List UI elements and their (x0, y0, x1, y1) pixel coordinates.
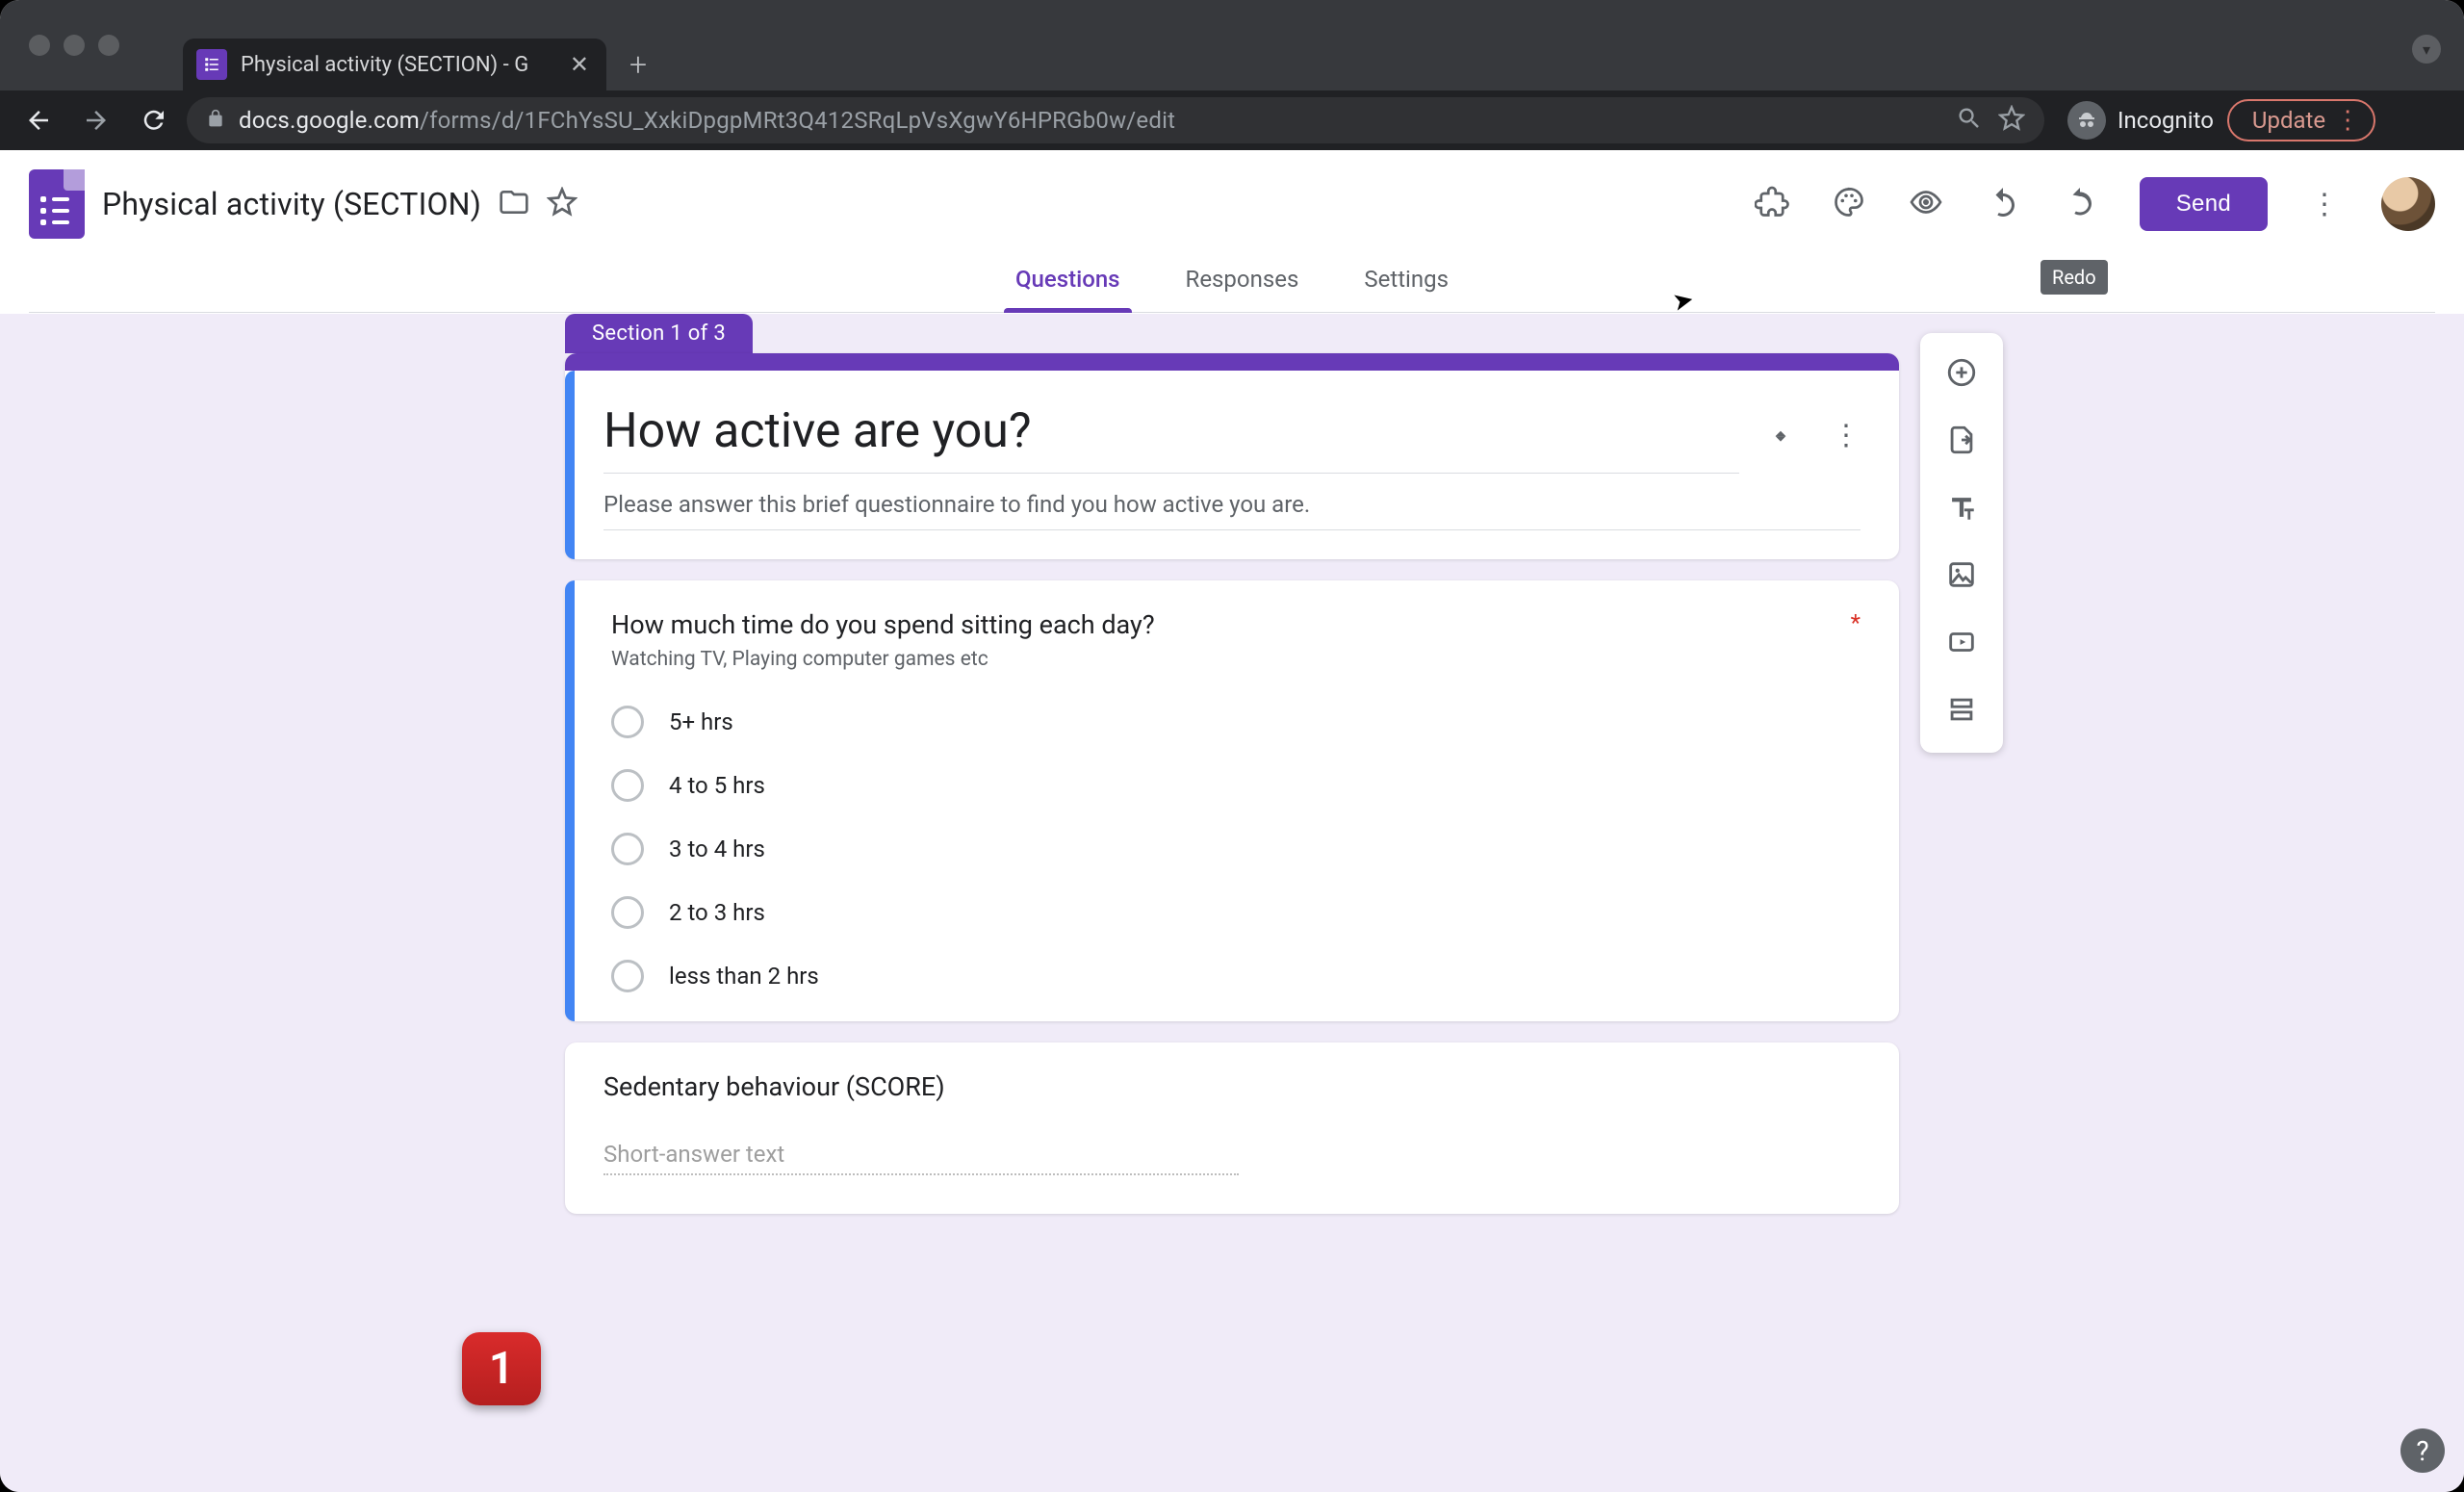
star-icon[interactable] (547, 187, 578, 221)
radio-icon (611, 706, 644, 738)
address-host: docs.google.com (239, 107, 420, 134)
bookmark-star-icon[interactable] (1998, 105, 2025, 136)
redo-icon[interactable] (2063, 185, 2097, 223)
incognito-icon (2067, 101, 2106, 140)
forms-logo-icon[interactable] (29, 169, 85, 239)
section-title-input[interactable] (603, 398, 1739, 474)
browser-tab-strip: Physical activity (SECTION) - G ✕ + (0, 0, 2464, 90)
tabs-row: Physical activity (SECTION) - G ✕ + (183, 0, 670, 90)
add-question-icon[interactable] (1945, 356, 1978, 393)
form-canvas: Section 1 of 3 ⋮ Please answer this brie… (565, 314, 1899, 1214)
chrome-menu-icon[interactable]: ⋮ (2335, 106, 2360, 135)
tab-questions[interactable]: Questions (1004, 250, 1132, 312)
tabstrip-menu-icon[interactable] (2412, 35, 2441, 64)
address-text: docs.google.com/forms/d/1FChYsSU_XxkiDpg… (239, 107, 1175, 134)
incognito-label: Incognito (2118, 107, 2214, 134)
option-label: 2 to 3 hrs (669, 899, 765, 926)
radio-icon (611, 769, 644, 802)
option-label: 5+ hrs (669, 708, 733, 735)
undo-icon[interactable] (1986, 185, 2020, 223)
move-to-folder-icon[interactable] (499, 187, 529, 221)
update-label: Update (2252, 107, 2325, 134)
option-row[interactable]: 5+ hrs (611, 706, 1861, 738)
option-row[interactable]: less than 2 hrs (611, 960, 1861, 992)
browser-tab[interactable]: Physical activity (SECTION) - G ✕ (183, 39, 606, 90)
window-min-dot[interactable] (64, 35, 85, 56)
option-label: 3 to 4 hrs (669, 836, 765, 862)
collapse-section-icon[interactable] (1768, 422, 1793, 450)
window-close-dot[interactable] (29, 35, 50, 56)
window-traffic-lights (0, 35, 119, 56)
option-label: 4 to 5 hrs (669, 772, 765, 799)
section-header-card[interactable]: ⋮ Please answer this brief questionnaire… (565, 353, 1899, 559)
avatar[interactable] (2381, 177, 2435, 231)
help-button[interactable]: ? (2400, 1428, 2445, 1473)
option-label: less than 2 hrs (669, 963, 819, 990)
nav-reload-button[interactable] (129, 95, 179, 145)
add-video-icon[interactable] (1945, 626, 1978, 662)
radio-icon (611, 833, 644, 865)
window-max-dot[interactable] (98, 35, 119, 56)
preview-icon[interactable] (1909, 185, 1943, 223)
address-bar[interactable]: docs.google.com/forms/d/1FChYsSU_XxkiDpg… (187, 97, 2044, 143)
workspace: Section 1 of 3 ⋮ Please answer this brie… (0, 314, 2464, 1492)
required-star-icon: * (1851, 609, 1861, 636)
doc-title[interactable]: Physical activity (SECTION) (102, 186, 481, 222)
send-button[interactable]: Send (2140, 177, 2268, 231)
question-title[interactable]: Sedentary behaviour (SCORE) (603, 1071, 1861, 1102)
option-row[interactable]: 3 to 4 hrs (611, 833, 1861, 865)
browser-toolbar: docs.google.com/forms/d/1FChYsSU_XxkiDpg… (0, 90, 2464, 150)
browser-tab-title: Physical activity (SECTION) - G (241, 53, 552, 77)
option-row[interactable]: 4 to 5 hrs (611, 769, 1861, 802)
forms-favicon (196, 49, 227, 80)
import-questions-icon[interactable] (1945, 424, 1978, 460)
question-card-1[interactable]: How much time do you spend sitting each … (565, 580, 1899, 1021)
section-menu-icon[interactable]: ⋮ (1832, 419, 1861, 452)
question-card-2[interactable]: Sedentary behaviour (SCORE) Short-answer… (565, 1042, 1899, 1214)
add-section-icon[interactable] (1945, 693, 1978, 730)
question-title[interactable]: How much time do you spend sitting each … (611, 609, 1832, 640)
update-button[interactable]: Update ⋮ (2227, 99, 2375, 141)
floating-toolbar (1920, 333, 2003, 753)
nav-forward-button[interactable] (71, 95, 121, 145)
add-title-icon[interactable] (1945, 491, 1978, 527)
omnibox-search-icon[interactable] (1956, 105, 1983, 136)
tab-settings[interactable]: Settings (1352, 250, 1460, 312)
radio-icon (611, 896, 644, 929)
radio-icon (611, 960, 644, 992)
tab-close-icon[interactable]: ✕ (566, 47, 593, 82)
address-path: /forms/d/1FChYsSU_XxkiDpgpMRt3Q412SRqLpV… (420, 107, 1175, 134)
section-description[interactable]: Please answer this brief questionnaire t… (603, 491, 1861, 530)
add-image-icon[interactable] (1945, 558, 1978, 595)
short-answer-placeholder: Short-answer text (603, 1141, 1239, 1175)
options-list: 5+ hrs 4 to 5 hrs 3 to 4 hrs 2 to 3 hrs … (611, 706, 1861, 992)
option-row[interactable]: 2 to 3 hrs (611, 896, 1861, 929)
section-chip: Section 1 of 3 (565, 314, 753, 353)
addons-icon[interactable] (1755, 185, 1789, 223)
question-description[interactable]: Watching TV, Playing computer games etc (611, 648, 1861, 671)
nav-back-button[interactable] (13, 95, 64, 145)
annotation-marker-1: 1 (462, 1332, 541, 1405)
tab-responses[interactable]: Responses (1174, 250, 1311, 312)
palette-icon[interactable] (1832, 185, 1866, 223)
incognito-indicator[interactable]: Incognito (2067, 101, 2214, 140)
new-tab-button[interactable]: + (606, 39, 670, 90)
redo-tooltip: Redo (2040, 260, 2108, 295)
more-icon[interactable]: ⋮ (2310, 188, 2339, 221)
lock-icon (206, 109, 225, 132)
